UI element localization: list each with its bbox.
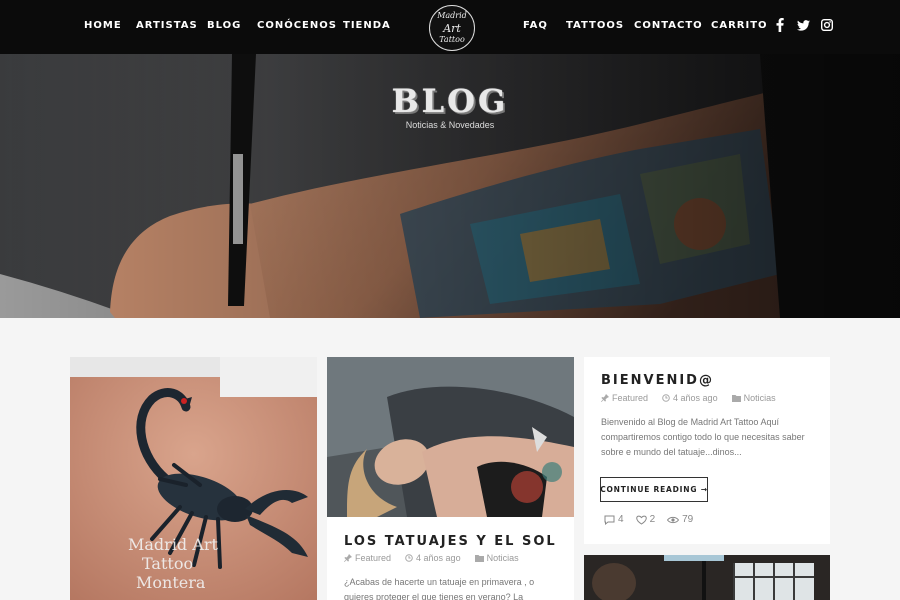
overlay-line-3: Montera — [136, 573, 206, 592]
nav-faq[interactable]: FAQ — [523, 20, 548, 31]
comment-icon — [604, 515, 615, 525]
post-image-sol[interactable] — [327, 357, 574, 517]
post-excerpt-sol: ¿Acabas de hacerte un tatuaje en primave… — [344, 577, 535, 600]
overlay-line-2: Tattoo — [142, 554, 193, 573]
nav-artistas[interactable]: ARTISTAS — [136, 20, 198, 31]
top-navigation: HOME ARTISTAS BLOG CONÓCENOS TIENDA Madr… — [0, 0, 900, 54]
meta-date: 4 años ago — [662, 393, 718, 403]
nav-carrito[interactable]: CARRITO — [711, 20, 768, 31]
scorpion-tattoo-image: Madrid Art Tattoo Montera — [70, 357, 317, 600]
instagram-icon[interactable] — [820, 17, 834, 33]
twitter-icon[interactable] — [796, 17, 810, 33]
post-title-bienvenida[interactable]: BIENVENID@ — [601, 373, 714, 388]
comments-count[interactable]: 4 — [604, 514, 624, 525]
likes-count[interactable]: 2 — [635, 514, 656, 525]
meta-category[interactable]: Featured — [344, 553, 391, 563]
post-card-studio[interactable] — [584, 555, 830, 600]
folder-icon — [731, 394, 741, 402]
comments-value: 4 — [618, 514, 624, 525]
post-stats: 4 2 79 — [604, 514, 693, 525]
clock-icon — [405, 554, 413, 562]
eye-icon — [667, 516, 680, 523]
meta-category-label: Featured — [612, 393, 649, 403]
logo-line-3: Tattoo — [439, 35, 465, 44]
hero-banner: BLOG Noticias & Novedades — [0, 54, 900, 318]
meta-tag[interactable]: Noticias — [731, 393, 776, 403]
post-meta-sol: Featured 4 años ago Noticias — [344, 553, 519, 563]
nav-home[interactable]: HOME — [84, 20, 122, 31]
logo-line-1: Madrid — [437, 11, 467, 20]
meta-date-label: 4 años ago — [673, 393, 718, 403]
continue-reading-button[interactable]: CONTINUE READING → — [600, 477, 708, 502]
meta-date: 4 años ago — [405, 553, 461, 563]
post-meta-bienvenida: Featured 4 años ago Noticias — [601, 393, 776, 403]
nav-blog[interactable]: BLOG — [207, 20, 241, 31]
nav-contacto[interactable]: CONTACTO — [634, 20, 703, 31]
overlay-line-1: Madrid Art — [128, 535, 218, 554]
meta-tag-label: Noticias — [743, 393, 776, 403]
page-title: BLOG — [391, 82, 509, 120]
nav-tattoos[interactable]: TATTOOS — [566, 20, 624, 31]
views-count: 79 — [667, 514, 693, 525]
nav-tienda[interactable]: TIENDA — [343, 20, 391, 31]
clock-icon — [662, 394, 670, 402]
meta-category[interactable]: Featured — [601, 393, 648, 403]
page-subtitle: Noticias & Novedades — [405, 120, 495, 130]
logo-line-2: Art — [443, 22, 461, 35]
meta-category-label: Featured — [355, 553, 392, 563]
heart-icon — [635, 515, 647, 525]
post-card-sol: LOS TATUAJES Y EL SOL Featured 4 años ag… — [327, 357, 574, 600]
folder-icon — [474, 554, 484, 562]
post-card-scorpion[interactable]: Madrid Art Tattoo Montera — [70, 357, 317, 600]
post-card-bienvenida: BIENVENID@ Featured 4 años ago Noticias … — [584, 357, 830, 544]
site-logo[interactable]: Madrid Art Tattoo — [429, 5, 475, 51]
meta-tag-label: Noticias — [486, 553, 519, 563]
pin-icon — [601, 394, 609, 402]
views-value: 79 — [682, 514, 694, 525]
post-title-sol[interactable]: LOS TATUAJES Y EL SOL — [344, 534, 557, 549]
likes-value: 2 — [649, 514, 656, 525]
pin-icon — [344, 554, 352, 562]
nav-conocenos[interactable]: CONÓCENOS — [257, 20, 337, 31]
studio-image — [584, 555, 830, 600]
facebook-icon[interactable] — [773, 17, 787, 33]
meta-tag[interactable]: Noticias — [474, 553, 519, 563]
meta-date-label: 4 años ago — [416, 553, 461, 563]
post-excerpt-bienvenida: Bienvenido al Blog de Madrid Art Tattoo … — [601, 417, 805, 457]
